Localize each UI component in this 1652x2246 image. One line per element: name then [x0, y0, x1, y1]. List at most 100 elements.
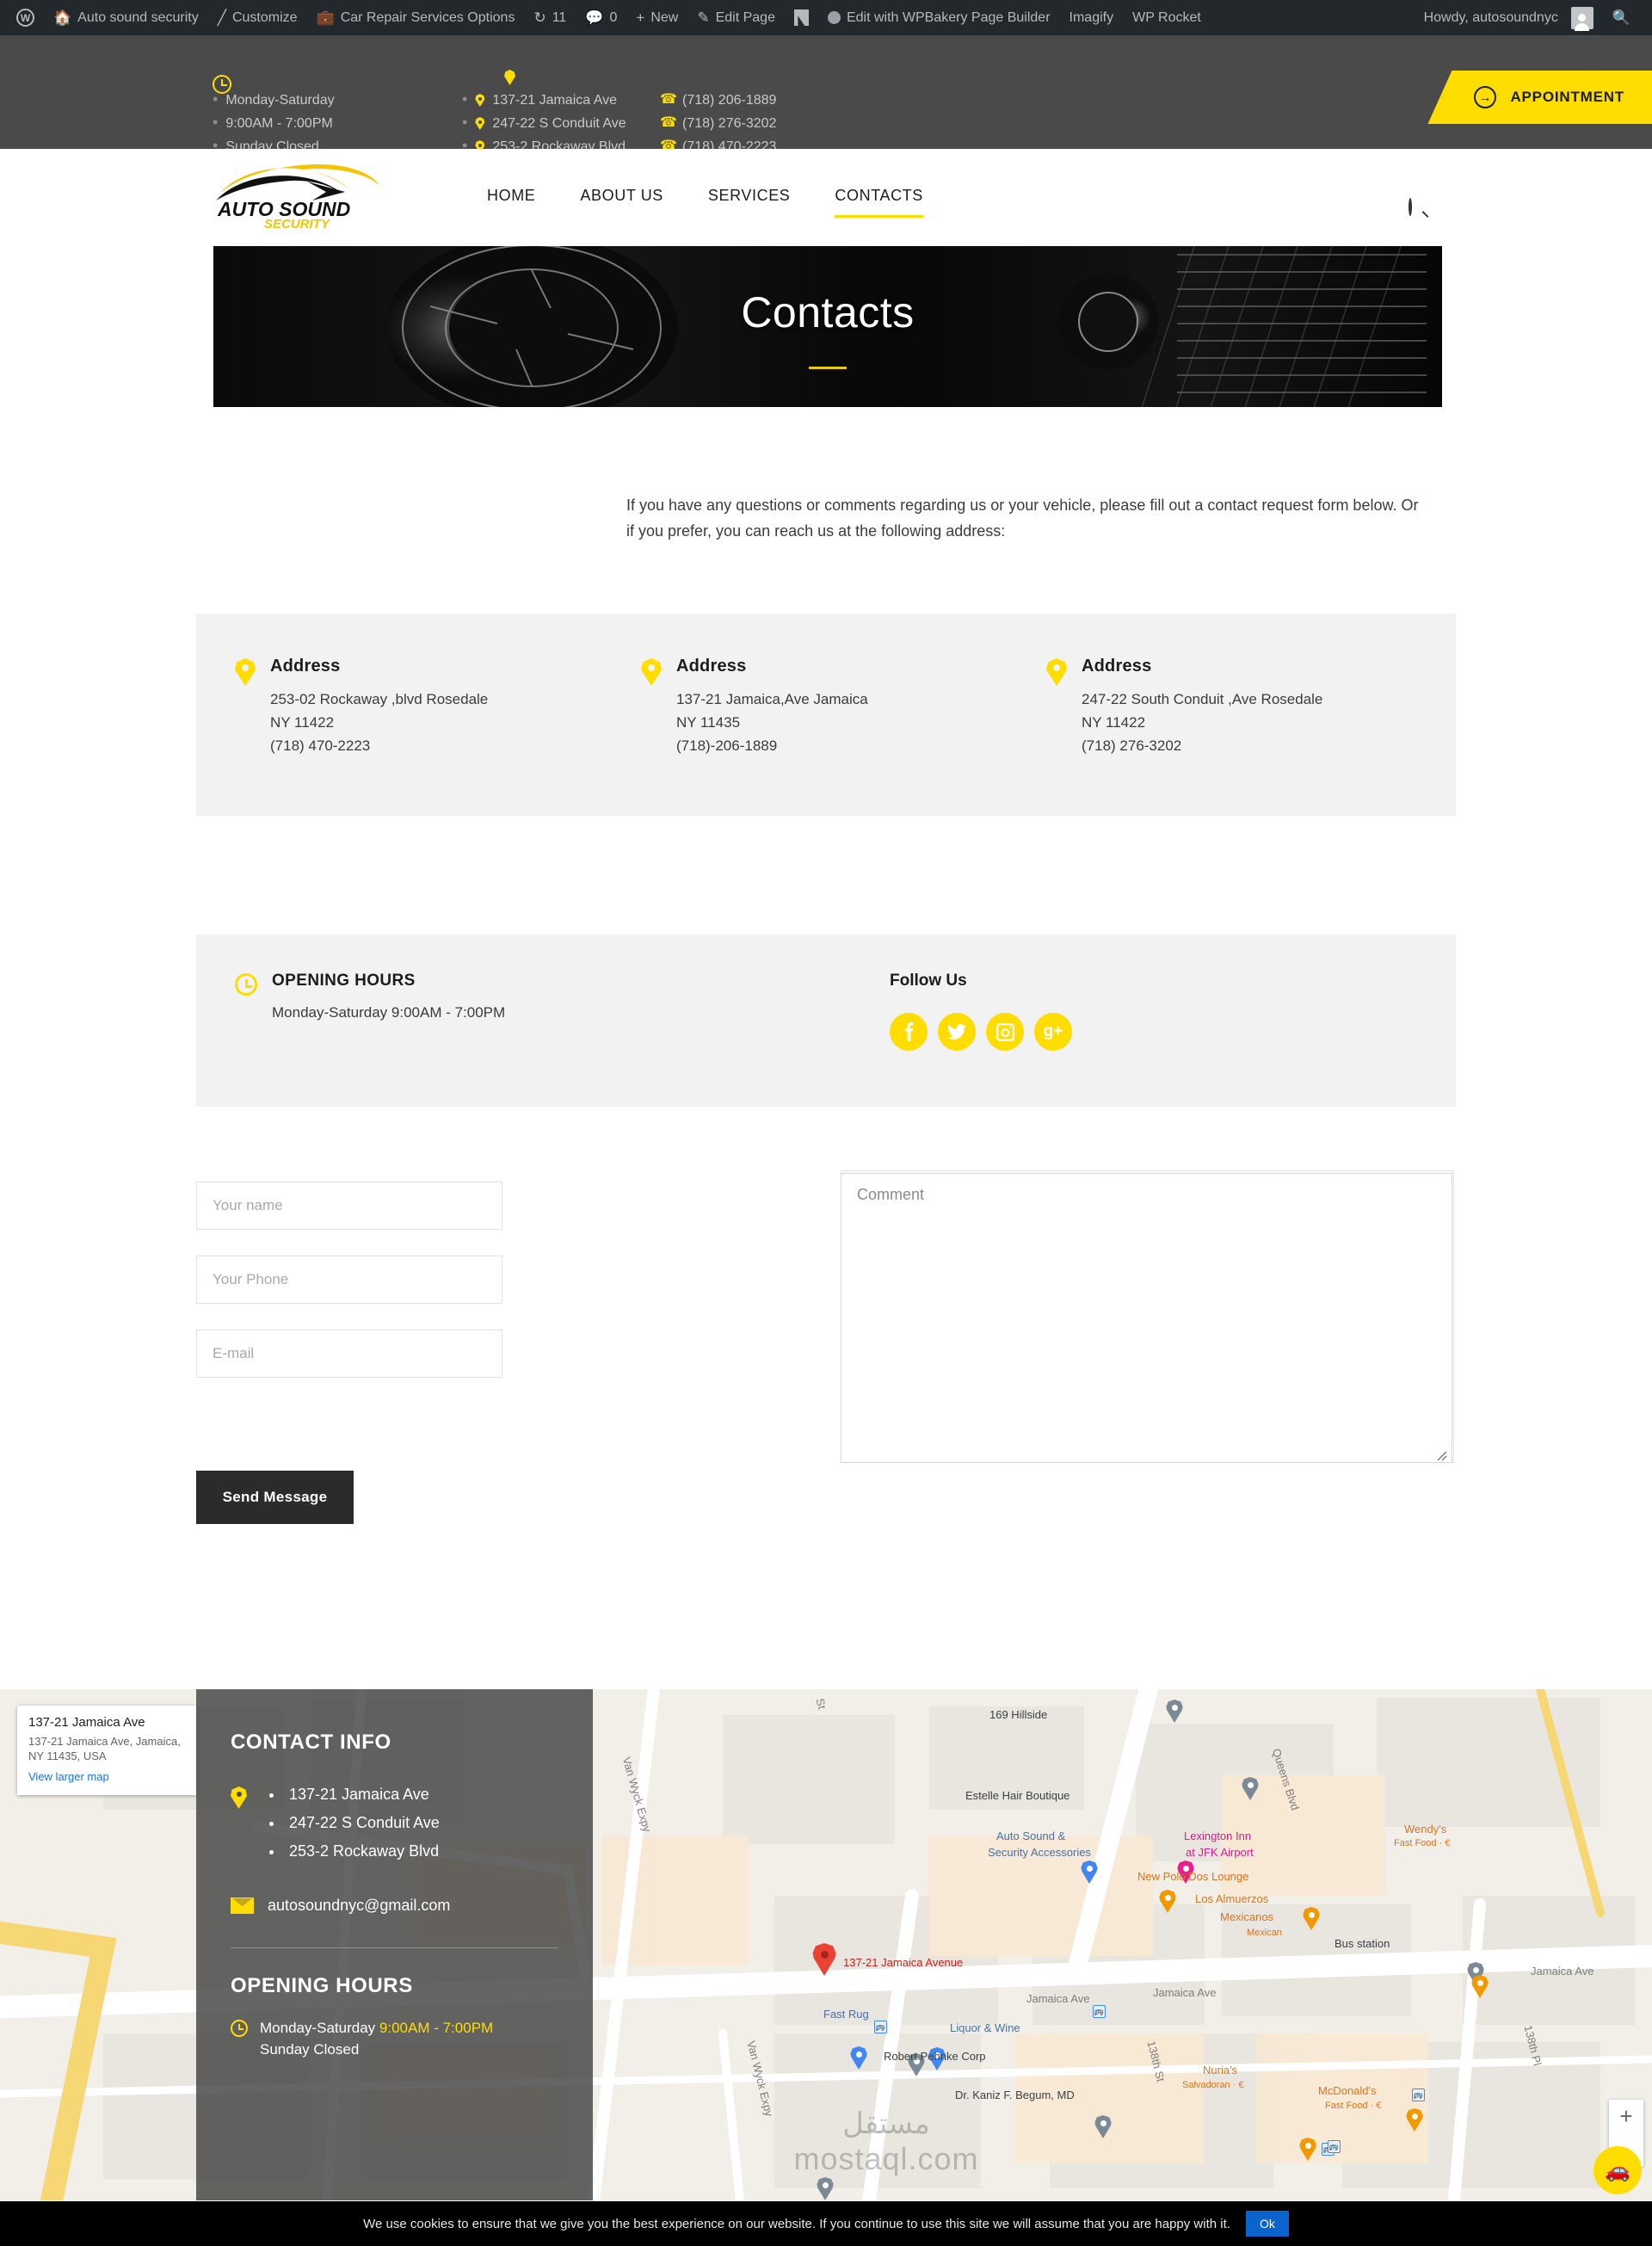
car-icon[interactable]: 🚗 — [1593, 2146, 1642, 2194]
google-plus-icon[interactable]: g+ — [1034, 1013, 1072, 1051]
map-marker-main-location[interactable] — [812, 1943, 836, 1976]
footer-address-item[interactable]: 137-21 Jamaica Ave — [284, 1780, 440, 1809]
comment-icon: 💬 — [585, 9, 604, 26]
search-icon[interactable] — [1409, 198, 1431, 222]
map-label-jamaica-ave-3: Jamaica Ave — [1026, 1992, 1090, 2005]
map-label-liquor-wine: Liquor & Wine — [950, 2021, 1020, 2034]
bullet-icon: • — [462, 90, 468, 108]
footer-hours-days: Monday-Saturday — [260, 2020, 379, 2036]
admin-bar-new[interactable]: + New — [626, 0, 687, 35]
page-title: Contacts — [741, 288, 915, 336]
admin-bar-search[interactable]: 🔍 — [1603, 0, 1640, 35]
map-marker-fast-rug[interactable] — [850, 2046, 867, 2070]
map-label-nurias: Nuria's — [1203, 2064, 1238, 2076]
map-marker-estelle-hair-boutique[interactable] — [1242, 1777, 1259, 1800]
admin-bar-wp-rocket[interactable]: WP Rocket — [1123, 0, 1211, 35]
map-marker-nurias[interactable] — [1299, 2138, 1316, 2161]
admin-bar-updates[interactable]: ↻ 11 — [524, 0, 576, 35]
footer-address-item[interactable]: 253-2 Rockaway Blvd — [284, 1837, 440, 1866]
map-marker-wendys[interactable] — [1471, 1975, 1489, 1998]
map-label-auto-sound-1: Auto Sound & — [996, 1830, 1066, 1842]
footer-address-item[interactable]: 247-22 S Conduit Ave — [284, 1809, 440, 1837]
site-logo[interactable]: AUTO SOUND SECURITY — [211, 163, 422, 230]
admin-bar-yoast[interactable] — [785, 0, 818, 35]
clock-icon — [231, 2020, 248, 2037]
appointment-button[interactable]: → APPOINTMENT — [1427, 71, 1652, 124]
update-icon: ↻ — [533, 9, 546, 26]
top-info-address-column: • 137-21 Jamaica Ave • 247-22 S Conduit … — [462, 35, 660, 154]
map-marker-mcdonalds[interactable] — [1406, 2108, 1423, 2132]
admin-bar-edit-page[interactable]: ✎ Edit Page — [687, 0, 785, 35]
admin-bar-left-group: 🏠 Auto sound security ╱ Customize 💼 Car … — [0, 0, 1211, 35]
instagram-icon[interactable] — [986, 1013, 1024, 1051]
nav-item-services[interactable]: SERVICES — [686, 185, 813, 206]
top-info-hours-row: • Monday-Saturday — [213, 91, 462, 114]
top-info-phone-row[interactable]: ☎ (718) 206-1889 — [660, 91, 841, 114]
facebook-icon[interactable] — [890, 1013, 928, 1051]
top-info-hours-row: • 9:00AM - 7:00PM — [213, 114, 462, 138]
address-card-title: Address — [676, 657, 747, 676]
cookie-accept-button[interactable]: Ok — [1245, 2211, 1289, 2237]
google-plus-label: g+ — [1043, 1022, 1063, 1040]
footer-contact-info-title: CONTACT INFO — [231, 1731, 391, 1754]
twitter-icon[interactable] — [938, 1013, 976, 1051]
bullet-icon: • — [213, 114, 219, 131]
map-info-card-title: 137-21 Jamaica Ave — [28, 1715, 145, 1730]
address-card: Address 253-02 Rockaway ,blvd Rosedale N… — [235, 657, 596, 757]
map-label-mcdonalds-sub: Fast Food · € — [1325, 2101, 1382, 2111]
map-label-robert-pehnke: Robert Pehnke Corp — [884, 2050, 986, 2063]
admin-bar-site-name[interactable]: 🏠 Auto sound security — [44, 0, 208, 35]
nav-item-home[interactable]: HOME — [465, 185, 558, 206]
top-info-address-row[interactable]: • 247-22 S Conduit Ave — [462, 114, 660, 138]
admin-bar-comments-count: 0 — [609, 9, 618, 25]
admin-bar-car-repair-options[interactable]: 💼 Car Repair Services Options — [307, 0, 525, 35]
view-larger-map-link[interactable]: View larger map — [28, 1770, 185, 1783]
email-input[interactable] — [196, 1330, 502, 1378]
nav-item-contacts[interactable]: CONTACTS — [812, 185, 945, 218]
circle-icon — [827, 11, 841, 24]
name-input[interactable] — [196, 1182, 502, 1230]
map-label-new-polo-dos-lounge: New Polo Dos Lounge — [1137, 1870, 1249, 1883]
map-marker-new-polo-dos-lounge[interactable] — [1159, 1890, 1176, 1913]
top-info-address-1: 247-22 S Conduit Ave — [492, 116, 626, 131]
map-marker-dr-kaniz-2[interactable] — [817, 2177, 834, 2200]
phone-icon: ☎ — [660, 115, 677, 130]
map-info-card: 137-21 Jamaica Ave 137-21 Jamaica Ave, J… — [17, 1706, 196, 1795]
paintbrush-icon: ╱ — [217, 9, 226, 26]
top-info-phone-row[interactable]: ☎ (718) 276-3202 — [660, 114, 841, 138]
transit-icon: 🚌 — [1328, 2140, 1341, 2153]
admin-bar-comments[interactable]: 💬 0 — [576, 0, 626, 35]
admin-bar-edit-page-label: Edit Page — [715, 9, 775, 25]
map-info-card-subtitle: 137-21 Jamaica Ave, Jamaica, NY 11435, U… — [28, 1735, 181, 1762]
top-info-address-row[interactable]: • 137-21 Jamaica Ave — [462, 91, 660, 114]
map-marker-169-hillside[interactable] — [1166, 1700, 1183, 1723]
admin-bar-edit-with-wpbakery[interactable]: Edit with WPBakery Page Builder — [818, 0, 1060, 35]
admin-bar-customize[interactable]: ╱ Customize — [208, 0, 307, 35]
top-info-bar: • Monday-Saturday • 9:00AM - 7:00PM • Su… — [0, 35, 1652, 154]
phone-input[interactable] — [196, 1256, 502, 1304]
opening-hours-block: OPENING HOURS Monday-Saturday 9:00AM - 7… — [235, 972, 596, 1024]
admin-bar-my-account[interactable]: Howdy, autosoundnyc — [1415, 0, 1603, 35]
footer-email-group[interactable]: autosoundnyc@gmail.com — [231, 1897, 558, 1915]
page-hero-banner: Contacts — [213, 246, 1442, 407]
admin-bar-imagify[interactable]: Imagify — [1060, 0, 1124, 35]
map-label-wendys-sub: Fast Food · € — [1394, 1838, 1451, 1848]
social-links-row: g+ — [890, 1013, 1072, 1051]
map-label-estelle-hair-boutique: Estelle Hair Boutique — [965, 1789, 1070, 1802]
map-marker-los-almuerzos[interactable] — [1303, 1907, 1320, 1930]
address-card-lines: 247-22 South Conduit ,Ave Rosedale NY 11… — [1082, 691, 1323, 754]
admin-bar-wordpress-logo[interactable] — [7, 0, 44, 35]
pencil-icon: ✎ — [697, 9, 710, 26]
footer-hours-time: 9:00AM - 7:00PM — [379, 2020, 494, 2036]
nav-item-about-us[interactable]: ABOUT US — [558, 185, 686, 206]
send-message-button[interactable]: Send Message — [196, 1471, 354, 1524]
yoast-icon — [793, 9, 809, 26]
map-pin-icon — [475, 94, 485, 107]
map-marker-auto-sound[interactable] — [1081, 1860, 1098, 1884]
briefcase-icon: 💼 — [316, 9, 335, 26]
transit-icon: 🚌 — [874, 2021, 887, 2033]
map-marker-main-label: 137-21 Jamaica Avenue — [843, 1956, 964, 1969]
title-underline — [809, 367, 847, 369]
comment-textarea[interactable] — [841, 1173, 1452, 1463]
map-marker-dr-kaniz[interactable] — [1094, 2115, 1112, 2138]
